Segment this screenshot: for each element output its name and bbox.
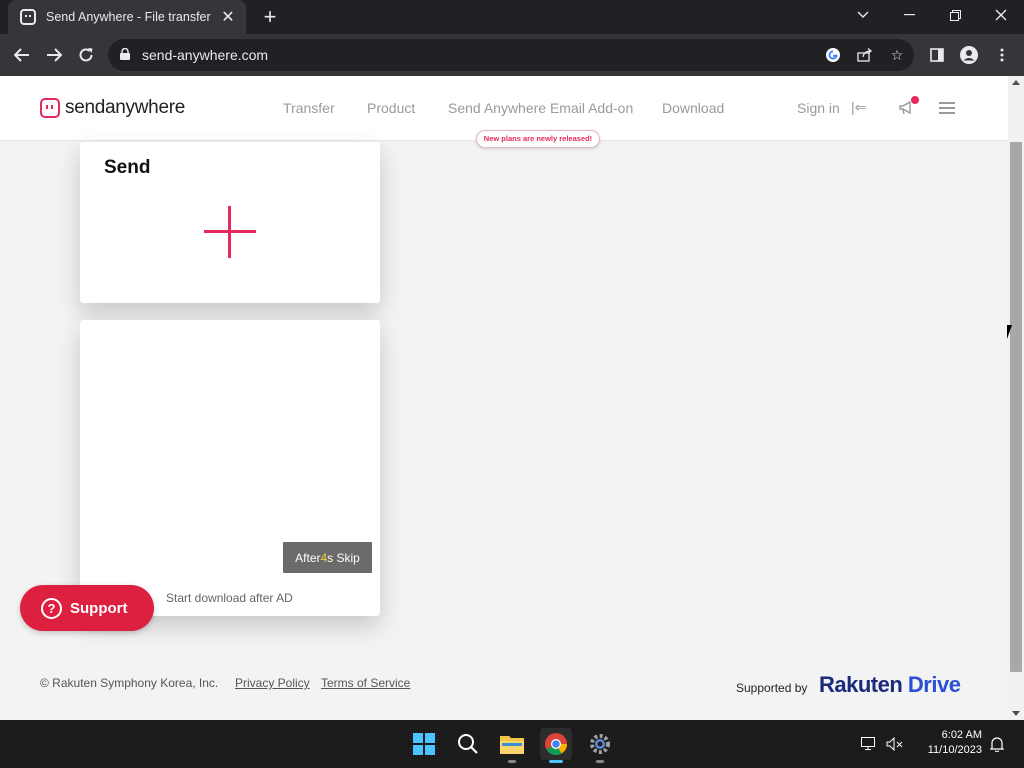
skip-countdown: 4 — [320, 550, 328, 565]
notification-dot — [911, 96, 919, 104]
chrome-icon — [545, 733, 567, 755]
address-bar[interactable]: send-anywhere.com ☆ — [108, 39, 914, 71]
support-label: Support — [70, 599, 128, 617]
sign-in-link[interactable]: Sign in — [797, 100, 840, 116]
skip-suffix: s Skip — [327, 550, 360, 565]
skip-prefix: After — [295, 550, 321, 565]
notification-bell-icon[interactable] — [988, 735, 1006, 753]
system-clock[interactable]: 6:02 AM 11/10/2023 — [916, 728, 982, 758]
send-card[interactable]: Send — [80, 142, 380, 303]
back-button[interactable] — [9, 42, 35, 68]
scrollbar-thumb[interactable] — [1010, 142, 1022, 672]
sign-in-arrow-icon[interactable]: |⇐ — [851, 99, 866, 116]
kebab-menu-icon[interactable] — [991, 44, 1013, 66]
running-indicator — [508, 760, 516, 763]
new-plans-badge[interactable]: New plans are newly released! — [476, 130, 600, 148]
close-window-button[interactable] — [978, 0, 1024, 30]
clock-time: 6:02 AM — [941, 729, 982, 741]
logo-word-bold: send — [65, 97, 106, 118]
new-tab-button[interactable]: + — [258, 4, 282, 30]
tab-title: Send Anywhere - File transfer — [46, 10, 211, 24]
close-tab-icon[interactable]: ✕ — [220, 7, 236, 27]
search-button[interactable] — [452, 728, 484, 760]
bookmark-star-icon[interactable]: ☆ — [888, 46, 906, 64]
notification-megaphone-icon[interactable] — [898, 96, 919, 116]
page-scrollbar[interactable] — [1008, 76, 1024, 720]
google-lens-icon[interactable] — [824, 46, 842, 64]
browser-toolbar: send-anywhere.com ☆ — [0, 34, 1024, 76]
network-icon[interactable] — [860, 735, 878, 753]
rakuten-word: Rakuten — [819, 672, 903, 697]
browser-tab[interactable]: Send Anywhere - File transfer ✕ — [8, 0, 246, 34]
lock-icon[interactable] — [120, 48, 130, 60]
scroll-up-arrow-icon[interactable] — [1012, 80, 1020, 85]
share-icon[interactable] — [856, 46, 874, 64]
settings-taskbar-button[interactable] — [584, 728, 616, 763]
url-text[interactable]: send-anywhere.com — [142, 47, 268, 63]
privacy-policy-link[interactable]: Privacy Policy — [235, 676, 310, 690]
web-page: sendanywhere Transfer Product Send Anywh… — [0, 76, 1008, 720]
minimize-button[interactable] — [886, 0, 932, 30]
tab-search-chevron-icon[interactable] — [840, 0, 886, 30]
profile-avatar-icon[interactable] — [958, 44, 980, 66]
nav-download[interactable]: Download — [662, 100, 724, 116]
scroll-down-arrow-icon[interactable] — [1012, 711, 1020, 716]
hamburger-menu-icon[interactable] — [939, 102, 955, 114]
support-button[interactable]: ? Support — [20, 585, 154, 631]
start-download-text: Start download after AD — [166, 591, 293, 605]
send-title: Send — [104, 157, 151, 178]
rakuten-drive-logo[interactable]: Rakuten Drive — [819, 672, 961, 698]
send-anywhere-logo-icon — [40, 98, 60, 118]
copyright-text: © Rakuten Symphony Korea, Inc. — [40, 676, 219, 690]
reload-button[interactable] — [73, 42, 99, 68]
supported-by-text: Supported by — [736, 681, 808, 695]
drive-word: Drive — [907, 672, 961, 697]
mouse-cursor-icon — [1007, 325, 1017, 339]
windows-logo-icon — [413, 733, 435, 755]
send-anywhere-logo[interactable]: sendanywhere — [40, 97, 185, 119]
active-indicator — [549, 760, 563, 763]
settings-gear-icon — [590, 734, 610, 754]
help-question-icon: ? — [41, 597, 62, 619]
start-button[interactable] — [408, 728, 440, 760]
skip-ad-button[interactable]: After 4 s Skip — [283, 542, 372, 573]
ad-card: After 4 s Skip Start download after AD — [80, 320, 380, 616]
nav-transfer[interactable]: Transfer — [283, 100, 335, 116]
nav-product[interactable]: Product — [367, 100, 415, 116]
clock-date: 11/10/2023 — [927, 744, 982, 756]
running-indicator — [596, 760, 604, 763]
logo-word-rest: anywhere — [105, 97, 185, 118]
forward-button[interactable] — [41, 42, 67, 68]
terms-of-service-link[interactable]: Terms of Service — [321, 676, 410, 690]
file-explorer-button[interactable] — [496, 728, 528, 763]
browser-tab-strip: Send Anywhere - File transfer ✕ + — [0, 0, 1024, 34]
folder-icon — [500, 736, 524, 754]
send-anywhere-favicon-icon — [20, 9, 36, 25]
restore-button[interactable] — [932, 0, 978, 30]
nav-email-add-on[interactable]: Send Anywhere Email Add-on — [448, 100, 633, 116]
chrome-taskbar-button[interactable] — [540, 728, 572, 763]
volume-muted-icon[interactable] — [886, 735, 904, 753]
logo-wordmark: sendanywhere — [65, 97, 185, 119]
search-icon — [458, 734, 478, 754]
add-file-plus-icon[interactable] — [204, 206, 256, 258]
side-panel-icon[interactable] — [926, 44, 948, 66]
